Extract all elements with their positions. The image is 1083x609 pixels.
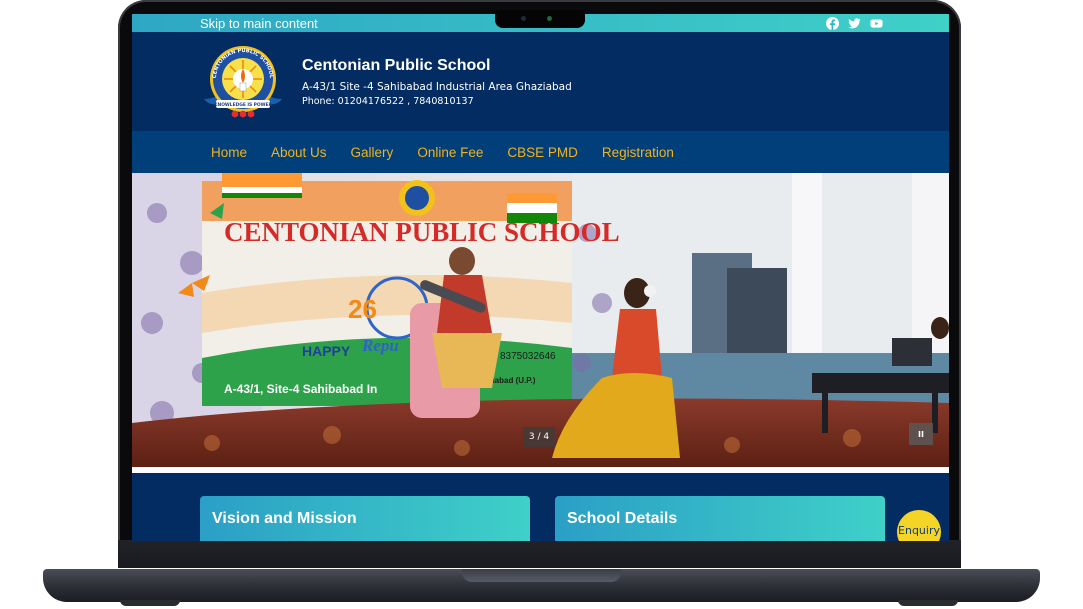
social-links [826, 16, 883, 30]
nav-cbse-pmd[interactable]: CBSE PMD [507, 145, 578, 160]
laptop-hinge [118, 540, 961, 568]
nav-gallery[interactable]: Gallery [351, 145, 394, 160]
banner-address-text: A-43/1, Site-4 Sahibabad In [224, 382, 377, 396]
enquiry-button[interactable]: Enquiry [897, 510, 941, 541]
school-phone: Phone: 01204176522 , 7840810137 [302, 95, 474, 107]
hero-slider: CENTONIAN PUBLIC SCHOOL 26 HAPPY Repu 83… [132, 173, 949, 467]
school-details-title: School Details [567, 510, 678, 527]
slider-pause-button[interactable]: II [909, 423, 933, 445]
camera-indicator-light [547, 16, 552, 21]
banner-number-text: 26 [348, 294, 377, 324]
school-address: A-43/1 Site -4 Sahibabad Industrial Area… [302, 80, 572, 93]
banner-title-text: CENTONIAN PUBLIC SCHOOL [224, 217, 620, 247]
school-logo[interactable]: CENTONIAN PUBLIC SCHOOL KNOWLEDGE IS POW… [200, 43, 286, 121]
school-details-card[interactable]: School Details [555, 496, 885, 541]
slide-image: CENTONIAN PUBLIC SCHOOL 26 HAPPY Repu 83… [132, 173, 949, 467]
nav-registration[interactable]: Registration [602, 145, 674, 160]
nav-home[interactable]: Home [211, 145, 247, 160]
nav-about-us[interactable]: About Us [271, 145, 327, 160]
camera-notch [495, 10, 585, 28]
vision-mission-title: Vision and Mission [212, 510, 357, 527]
banner-happy-text: HAPPY [302, 343, 351, 359]
laptop-opening-notch [462, 569, 621, 582]
youtube-icon[interactable] [870, 17, 883, 30]
laptop-foot-right [898, 600, 958, 606]
banner-phone-text: 8375032646 [500, 351, 556, 362]
logo-motto: KNOWLEDGE IS POWER [214, 102, 272, 108]
site-header: CENTONIAN PUBLIC SCHOOL KNOWLEDGE IS POW… [132, 32, 949, 131]
school-name[interactable]: Centonian Public School [302, 57, 572, 75]
facebook-icon[interactable] [826, 16, 839, 30]
camera-lens [521, 16, 526, 21]
main-nav: Home About Us Gallery Online Fee CBSE PM… [132, 131, 949, 173]
nav-online-fee[interactable]: Online Fee [417, 145, 483, 160]
banner-rep-text: Repu [361, 336, 399, 355]
laptop-screen: Skip to main content CENTONIAN PUBLIC SC… [132, 14, 949, 541]
slide-counter: 3 / 4 [523, 427, 555, 447]
info-section: Vision and Mission School Details Enquir… [132, 473, 949, 541]
skip-to-main-link[interactable]: Skip to main content [200, 16, 318, 31]
twitter-icon[interactable] [848, 17, 861, 30]
vision-mission-card[interactable]: Vision and Mission [200, 496, 530, 541]
school-info: Centonian Public School A-43/1 Site -4 S… [302, 57, 572, 107]
laptop-foot-left [120, 600, 180, 606]
